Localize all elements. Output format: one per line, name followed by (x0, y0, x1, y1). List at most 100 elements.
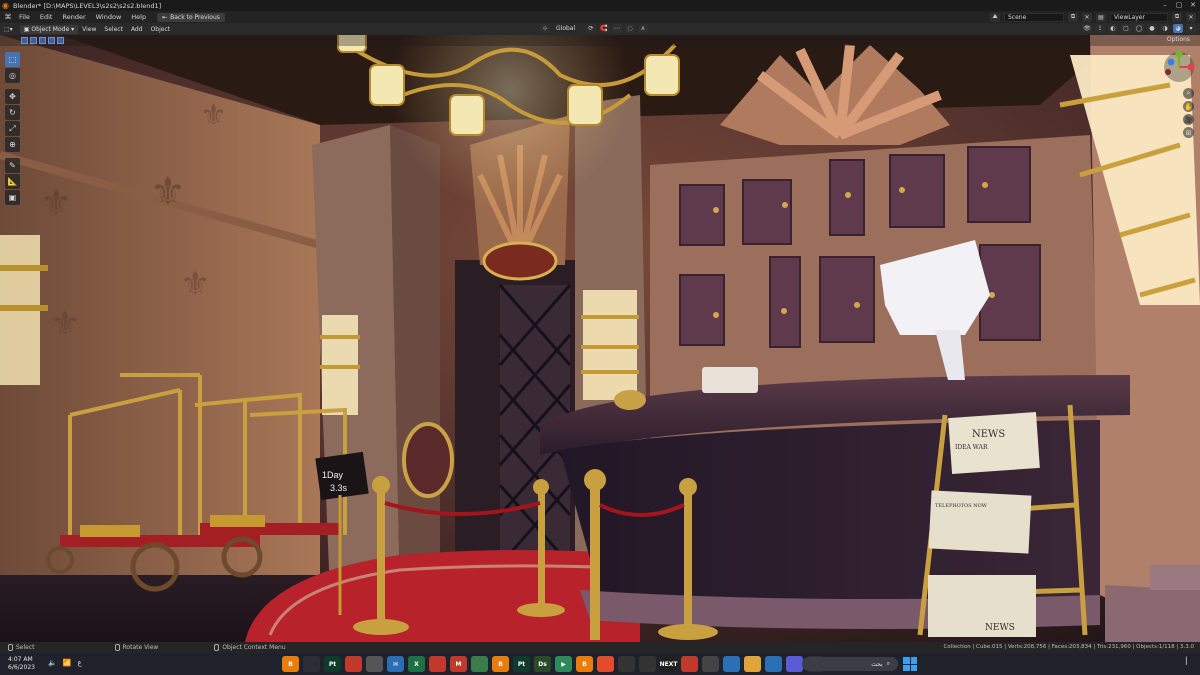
select-mode-invert-icon[interactable] (48, 37, 55, 44)
editor-type-icon[interactable]: ⌘ (2, 12, 14, 22)
taskbar-app-icon[interactable]: Pt (324, 656, 341, 672)
taskbar-app-icon[interactable] (366, 656, 383, 672)
options-dropdown[interactable]: Options (1167, 36, 1190, 43)
clock-time: 4:07 AM (8, 656, 33, 663)
taskbar-app-icon[interactable] (639, 656, 656, 672)
taskbar-app-icon[interactable]: ▶ (555, 656, 572, 672)
taskbar-app-icon[interactable] (723, 656, 740, 672)
menu-add[interactable]: Add (127, 26, 147, 33)
taskbar-app-icon[interactable] (303, 656, 320, 672)
maximize-button[interactable]: ▢ (1172, 0, 1186, 11)
wifi-icon[interactable]: 📶 (63, 659, 72, 667)
status-hint-select: Select (0, 644, 35, 651)
orientation-dropdown[interactable]: Global (553, 24, 583, 33)
shading-solid-icon[interactable]: ● (1147, 24, 1157, 33)
view-layer-field[interactable]: ViewLayer (1110, 12, 1168, 22)
status-hint-context: Object Context Menu (158, 644, 286, 651)
measure-tool-icon[interactable]: 📐 (5, 174, 20, 189)
cursor-tool-icon[interactable]: ◎ (5, 68, 20, 83)
system-tray: 🔈 📶 ع (48, 659, 82, 667)
select-box-tool-icon[interactable]: ⬚ (5, 52, 20, 67)
taskbar-app-icon[interactable]: NEXT (660, 656, 677, 672)
shading-rendered-icon[interactable]: ◕ (1173, 24, 1183, 33)
menu-render[interactable]: Render (57, 13, 90, 21)
taskbar-app-icon[interactable]: Ds (534, 656, 551, 672)
transform-tool-icon[interactable]: ⊕ (5, 137, 20, 152)
view-layer-copy-icon[interactable]: ⧉ (1172, 12, 1182, 22)
snap-icon[interactable]: 🧲 (599, 24, 609, 33)
taskbar-search-box[interactable]: بحث ⌕ (802, 657, 898, 671)
taskbar-app-icon[interactable]: B (282, 656, 299, 672)
svg-text:⚜: ⚜ (50, 304, 80, 344)
menu-window[interactable]: Window (91, 13, 127, 21)
language-icon[interactable]: ع (77, 659, 81, 667)
taskbar-app-icon[interactable] (765, 656, 782, 672)
move-tool-icon[interactable]: ✥ (5, 89, 20, 104)
back-to-previous-button[interactable]: ⇤ Back to Previous (157, 12, 225, 22)
newspaper-headline: NEWS (972, 429, 1005, 440)
shading-wireframe-icon[interactable]: ◯ (1134, 24, 1144, 33)
close-button[interactable]: ✕ (1186, 0, 1200, 11)
zoom-icon[interactable]: ⌕ (1183, 88, 1194, 99)
pivot-icon[interactable]: ⟳ (586, 24, 596, 33)
speaker-icon[interactable]: 🔈 (48, 659, 57, 667)
shading-options-icon[interactable]: ▾ (1186, 24, 1196, 33)
scale-tool-icon[interactable]: ⤢ (5, 121, 20, 136)
add-cube-tool-icon[interactable]: ▣ (5, 190, 20, 205)
orientation-icon[interactable]: ⊹ (540, 24, 550, 33)
taskbar-app-icon[interactable]: M (450, 656, 467, 672)
select-mode-intersect-icon[interactable] (57, 37, 64, 44)
start-button[interactable] (903, 657, 917, 671)
scene-field[interactable]: Scene (1004, 12, 1064, 22)
taskbar-app-icon[interactable]: B (576, 656, 593, 672)
taskbar-app-icon[interactable]: B (492, 656, 509, 672)
navigation-gizmo[interactable] (1162, 50, 1196, 84)
taskbar-app-icon[interactable] (786, 656, 803, 672)
scene-icon[interactable]: ⛰ (990, 12, 1000, 22)
menu-select[interactable]: Select (100, 26, 127, 33)
object-mode-dropdown[interactable]: ▣ Object Mode ▾ (19, 24, 79, 34)
select-mode-extend-icon[interactable] (30, 37, 37, 44)
menu-help[interactable]: Help (126, 13, 151, 21)
taskbar-app-icon[interactable] (471, 656, 488, 672)
annotate-tool-icon[interactable]: ✎ (5, 158, 20, 173)
shading-material-icon[interactable]: ◑ (1160, 24, 1170, 33)
select-mode-subtract-icon[interactable] (39, 37, 46, 44)
taskbar-clock[interactable]: 4:07 AM 6/6/2023 (8, 656, 35, 672)
visibility-icon[interactable]: 👁 (1082, 24, 1092, 33)
pan-hand-icon[interactable]: ✋ (1183, 101, 1194, 112)
taskbar-app-icon[interactable]: ✉ (387, 656, 404, 672)
select-mode-new-icon[interactable] (21, 37, 28, 44)
snap-target-icon[interactable]: ⋯ (612, 24, 622, 33)
taskbar-app-icon[interactable] (429, 656, 446, 672)
taskbar-app-icon[interactable] (618, 656, 635, 672)
taskbar-app-icon[interactable] (681, 656, 698, 672)
camera-view-icon[interactable]: 🎥 (1183, 114, 1194, 125)
minimize-button[interactable]: – (1158, 0, 1172, 11)
view-layer-remove-icon[interactable]: ✕ (1186, 12, 1196, 22)
menu-object[interactable]: Object (147, 26, 175, 33)
rotate-tool-icon[interactable]: ↻ (5, 105, 20, 120)
taskbar-app-icon[interactable] (744, 656, 761, 672)
menu-file[interactable]: File (14, 13, 35, 21)
gizmo-toggle-icon[interactable]: ⟟ (1095, 24, 1105, 33)
editor-type-3d-icon[interactable]: ⬚▾ (0, 26, 17, 33)
menu-edit[interactable]: Edit (35, 13, 58, 21)
show-desktop-icon[interactable]: ▏ (1186, 657, 1196, 671)
view-layer-icon[interactable]: ▤ (1096, 12, 1106, 22)
taskbar-app-icon[interactable] (597, 656, 614, 672)
taskbar-app-icon[interactable] (345, 656, 362, 672)
taskbar-app-icon[interactable] (702, 656, 719, 672)
3d-viewport[interactable]: ⚜ ⚜ ⚜ ⚜ ⚜ 1Day 3.3s NEWS IDEA WAR TELEPH… (0, 35, 1200, 642)
taskbar-app-icon[interactable]: Pt (513, 656, 530, 672)
tool-gap-2 (5, 153, 21, 157)
taskbar-app-icon[interactable]: X (408, 656, 425, 672)
scene-remove-icon[interactable]: ✕ (1082, 12, 1092, 22)
xray-toggle-icon[interactable]: ▢ (1121, 24, 1131, 33)
overlay-toggle-icon[interactable]: ◐ (1108, 24, 1118, 33)
scene-copy-icon[interactable]: ⧉ (1068, 12, 1078, 22)
perspective-grid-icon[interactable]: ⊞ (1183, 127, 1194, 138)
proportional-falloff-icon[interactable]: ∧ (638, 24, 648, 33)
menu-view[interactable]: View (78, 26, 100, 33)
proportional-edit-icon[interactable]: ◌ (625, 24, 635, 33)
